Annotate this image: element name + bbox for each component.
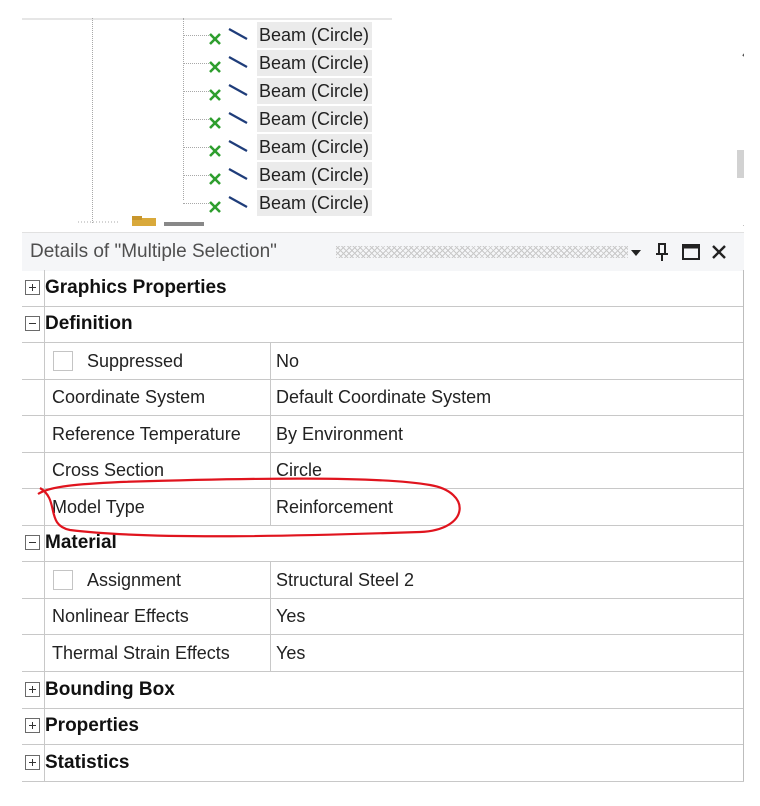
property-value[interactable]: No (276, 343, 299, 379)
property-value[interactable]: Yes (276, 635, 305, 671)
tree-view[interactable]: Beam (Circle) Beam (Circle) Beam (Circle) B… (22, 18, 744, 226)
expand-icon[interactable] (25, 755, 40, 770)
category-definition[interactable]: Definition (22, 306, 743, 343)
property-value[interactable]: By Environment (276, 416, 403, 452)
tree-connector (183, 35, 209, 36)
category-label: Graphics Properties (45, 277, 227, 298)
checkbox-icon[interactable] (53, 570, 73, 590)
property-row-nonlinear-effects[interactable]: Nonlinear Effects Yes (22, 598, 743, 635)
tree-item-beam[interactable]: Beam (Circle) (183, 161, 403, 189)
tree-item-label[interactable]: Beam (Circle) (257, 134, 373, 160)
property-row-coordinate-system[interactable]: Coordinate System Default Coordinate Sys… (22, 379, 743, 416)
property-row-thermal-strain-effects[interactable]: Thermal Strain Effects Yes (22, 635, 743, 672)
green-check-icon (209, 33, 221, 45)
category-label: Bounding Box (45, 679, 175, 700)
category-label: Properties (45, 715, 139, 736)
tree-item-label[interactable]: Beam (Circle) (257, 50, 373, 76)
beam-icon (228, 84, 248, 96)
property-value[interactable]: Structural Steel 2 (276, 562, 414, 598)
tree-item-beam[interactable]: Beam (Circle) (183, 133, 403, 161)
green-check-icon (209, 201, 221, 213)
folder-icon (78, 216, 204, 226)
collapse-icon[interactable] (25, 316, 40, 331)
beam-icon (228, 112, 248, 124)
property-name: Coordinate System (52, 387, 206, 407)
tree-item-beam[interactable]: Beam (Circle) (183, 21, 403, 49)
details-property-grid: Graphics Properties Definition Suppresse… (22, 270, 744, 782)
tree-item-label[interactable]: Beam (Circle) (257, 78, 373, 104)
tree-scrollbar[interactable] (734, 36, 744, 226)
grid-bottom-border (22, 781, 744, 782)
green-check-icon (209, 117, 221, 129)
category-statistics[interactable]: Statistics (22, 745, 743, 781)
property-name: Thermal Strain Effects (52, 643, 230, 663)
category-material[interactable]: Material (22, 525, 743, 562)
beam-icon (228, 140, 248, 152)
tree-item-label[interactable]: Beam (Circle) (257, 106, 373, 132)
property-name: Suppressed (87, 351, 184, 371)
pin-icon[interactable] (652, 242, 672, 262)
beam-icon (228, 28, 248, 40)
beam-icon (228, 196, 248, 208)
tree-item-label[interactable]: Beam (Circle) (257, 190, 373, 216)
property-row-model-type[interactable]: Model Type Reinforcement (22, 489, 743, 526)
property-row-assignment[interactable]: Assignment Structural Steel 2 (22, 562, 743, 599)
tree-item-beam[interactable]: Beam (Circle) (183, 49, 403, 77)
chevron-up-icon[interactable] (740, 46, 744, 60)
header-grip[interactable] (336, 246, 628, 258)
property-name: Nonlinear Effects (52, 606, 189, 626)
category-bounding-box[interactable]: Bounding Box (22, 672, 743, 709)
beam-icon (228, 168, 248, 180)
tree-connector (183, 203, 209, 204)
tree-top-border (22, 18, 392, 20)
property-name: Cross Section (52, 460, 165, 480)
chevron-down-icon[interactable] (740, 222, 744, 226)
details-title: Details of "Multiple Selection" (30, 241, 277, 262)
tree-connector-line (92, 18, 93, 223)
property-row-suppressed[interactable]: Suppressed No (22, 343, 743, 380)
property-name: Assignment (87, 570, 182, 590)
close-icon[interactable] (709, 242, 729, 262)
green-check-icon (209, 145, 221, 157)
category-label: Statistics (45, 752, 130, 773)
beam-icon (228, 56, 248, 68)
category-properties[interactable]: Properties (22, 708, 743, 745)
tree-connector (183, 63, 209, 64)
green-check-icon (209, 173, 221, 185)
green-check-icon (209, 89, 221, 101)
tree-connector (183, 175, 209, 176)
checkbox-icon[interactable] (53, 351, 73, 371)
collapse-icon[interactable] (25, 535, 40, 550)
details-panel-header: Details of "Multiple Selection" (22, 232, 744, 271)
property-name: Reference Temperature (52, 424, 241, 444)
category-label: Definition (45, 313, 133, 334)
dropdown-arrow-icon[interactable] (626, 242, 646, 262)
property-value[interactable]: Reinforcement (276, 489, 393, 525)
expand-icon[interactable] (25, 280, 40, 295)
expand-icon[interactable] (25, 682, 40, 697)
category-label: Material (45, 532, 117, 553)
property-value[interactable]: Yes (276, 598, 305, 634)
category-graphics-properties[interactable]: Graphics Properties (22, 270, 743, 307)
property-row-cross-section[interactable]: Cross Section Circle (22, 452, 743, 489)
tree-item-beam[interactable]: Beam (Circle) (183, 105, 403, 133)
tree-item-beam[interactable]: Beam (Circle) (183, 189, 403, 217)
tree-item-label[interactable]: Beam (Circle) (257, 22, 373, 48)
property-value[interactable]: Default Coordinate System (276, 379, 491, 415)
scrollbar-thumb[interactable] (737, 150, 744, 178)
maximize-icon[interactable] (681, 242, 701, 262)
expand-icon[interactable] (25, 718, 40, 733)
green-check-icon (209, 61, 221, 73)
property-row-reference-temperature[interactable]: Reference Temperature By Environment (22, 416, 743, 453)
tree-connector (183, 119, 209, 120)
property-value[interactable]: Circle (276, 452, 322, 488)
property-name: Model Type (52, 497, 145, 517)
tree-connector (183, 147, 209, 148)
tree-item-beam[interactable]: Beam (Circle) (183, 77, 403, 105)
tree-connector (183, 91, 209, 92)
tree-item-label[interactable]: Beam (Circle) (257, 162, 373, 188)
